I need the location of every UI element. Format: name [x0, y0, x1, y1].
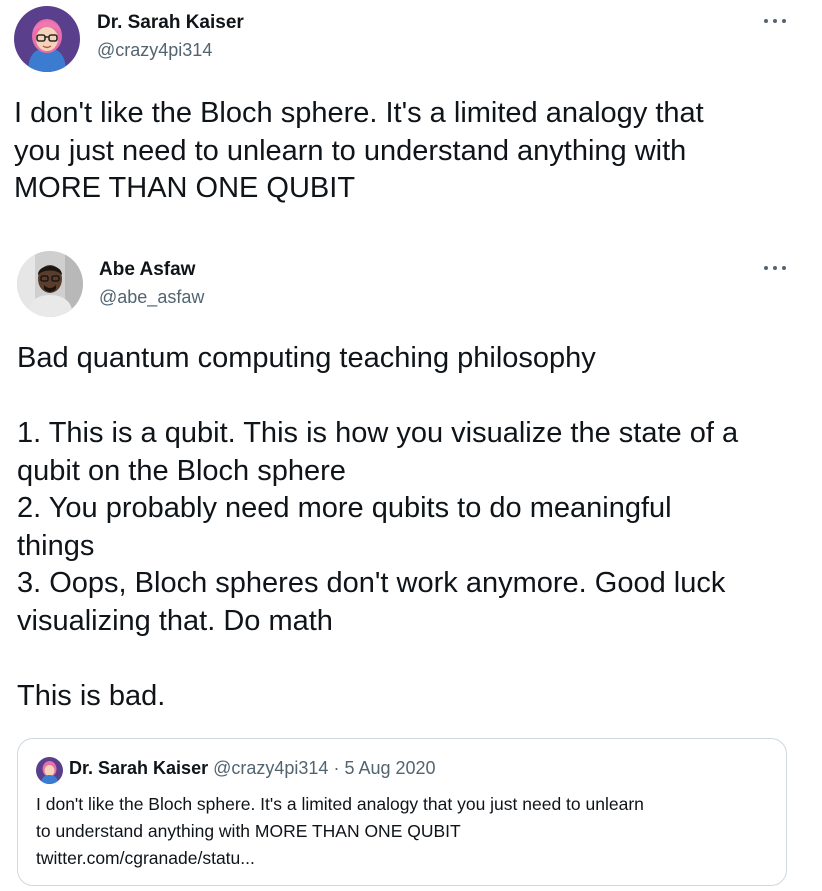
separator-dot: ·: [328, 758, 345, 778]
avatar-photo: [17, 251, 83, 317]
tweet-text-line: qubit on the Bloch sphere: [17, 454, 346, 487]
author-handle[interactable]: @abe_asfaw: [99, 287, 204, 308]
tweet-text-line: Bad quantum computing teaching philosoph…: [17, 342, 596, 374]
author-handle[interactable]: @crazy4pi314: [97, 40, 212, 61]
quoted-avatar: [36, 757, 63, 784]
tweet-text-line: MORE THAN ONE QUBIT: [14, 172, 356, 204]
avatar-sarah-kaiser[interactable]: [14, 6, 80, 72]
tweet-text-line: This is bad.: [17, 679, 166, 712]
quoted-author-name: Dr. Sarah Kaiser: [69, 758, 209, 778]
tweet-text: Bad quantum computing teaching philosoph…: [17, 340, 738, 715]
author-name[interactable]: Dr. Sarah Kaiser: [97, 12, 244, 34]
tweet-text-line: 3. Oops, Bloch spheres don't work anymor…: [17, 567, 726, 599]
author-name[interactable]: Abe Asfaw: [99, 259, 195, 281]
avatar-abe-asfaw[interactable]: [17, 251, 83, 317]
quoted-author-handle: @crazy4pi314: [213, 758, 329, 778]
tweet-text-line: 1. This is a qubit. This is how you visu…: [17, 417, 739, 449]
quoted-tweet-card[interactable]: Dr. Sarah Kaiser @crazy4pi314 · 5 Aug 20…: [17, 738, 787, 886]
avatar-illustration: [14, 6, 80, 72]
tweet-text-line: you just need to unlearn to understand a…: [14, 134, 687, 167]
quoted-tweet-header: Dr. Sarah Kaiser @crazy4pi314 · 5 Aug 20…: [69, 758, 436, 779]
tweet-text-line: 2. You probably need more qubits to do m…: [17, 492, 672, 524]
quoted-text-line: I don't like the Bloch sphere. It's a li…: [36, 794, 644, 814]
tweet-text: I don't like the Bloch sphere. It's a li…: [14, 95, 704, 208]
tweet-text-line: I don't like the Bloch sphere. It's a li…: [14, 97, 704, 129]
quoted-link[interactable]: twitter.com/cgranade/statu...: [36, 845, 644, 872]
quoted-tweet-text: I don't like the Bloch sphere. It's a li…: [36, 791, 644, 872]
more-horizontal-icon[interactable]: [764, 263, 786, 273]
more-horizontal-icon[interactable]: [764, 16, 786, 26]
quoted-text-line: to understand anything with MORE THAN ON…: [36, 821, 461, 841]
tweet-text-line: things: [17, 529, 95, 562]
quoted-tweet-date: 5 Aug 2020: [344, 758, 436, 778]
tweet-text-line: visualizing that. Do math: [17, 604, 333, 637]
